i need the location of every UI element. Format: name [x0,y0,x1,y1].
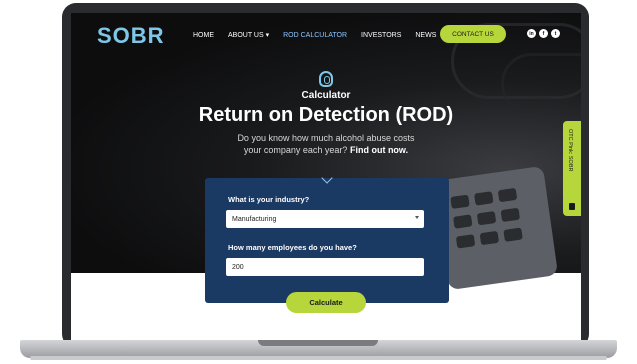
sobr-logo[interactable]: SOBR [97,23,165,49]
industry-label: What is your industry? [228,195,310,204]
screen: SOBR HOME ABOUT US ▾ ROD CALCULATOR INVE… [71,13,581,340]
calc-key [479,230,500,246]
calc-key [450,194,470,209]
nav-about-us[interactable]: ABOUT US ▾ [228,31,269,39]
nav-home[interactable]: HOME [193,32,214,39]
calc-key [500,207,521,223]
fingerprint-icon [319,71,333,87]
calculator-photo [433,165,559,291]
subtitle-line-2-text: your company each year? [243,145,348,155]
calculate-button[interactable]: Calculate [286,292,366,313]
laptop-base-notch [258,340,378,346]
main-nav: HOME ABOUT US ▾ ROD CALCULATOR INVESTORS… [193,31,450,40]
subtitle-line-1: Do you know how much alcohol abuse costs [237,133,415,143]
linkedin-icon[interactable]: in [527,29,536,38]
calc-key [476,211,497,226]
otc-side-tab[interactable]: OTC Pink: SOBR [563,121,581,216]
facebook-icon[interactable]: f [539,29,548,38]
hero-eyebrow: Calculator [301,90,351,101]
find-out-now-link[interactable]: Find out now. [350,145,408,155]
employees-label: How many employees do you have? [228,243,357,252]
calc-key [453,214,473,229]
nav-investors[interactable]: INVESTORS [361,32,401,39]
social-links: in f t [527,29,560,38]
subtitle-line-2: your company each year? Find out now. [71,144,581,156]
side-tab-icon [569,203,575,210]
twitter-icon[interactable]: t [551,29,560,38]
hero-subtitle: Do you know how much alcohol abuse costs… [71,132,581,156]
employees-input[interactable]: 200 [226,258,424,276]
side-tab-label: OTC Pink: SOBR [567,129,573,172]
contact-us-button[interactable]: CONTACT US [440,25,506,43]
page-title: Return on Detection (ROD) [198,104,454,126]
laptop-shadow [30,356,607,360]
calc-key [455,234,476,249]
calc-key [474,191,494,206]
employees-value: 200 [232,263,244,271]
nav-news[interactable]: NEWS [415,32,436,39]
dropdown-caret-icon [415,216,419,219]
industry-select[interactable]: Manufacturing [226,210,424,228]
calc-key [497,187,518,203]
calc-key [503,227,523,242]
industry-value: Manufacturing [232,215,277,223]
nav-rod-calculator[interactable]: ROD CALCULATOR [283,32,347,39]
